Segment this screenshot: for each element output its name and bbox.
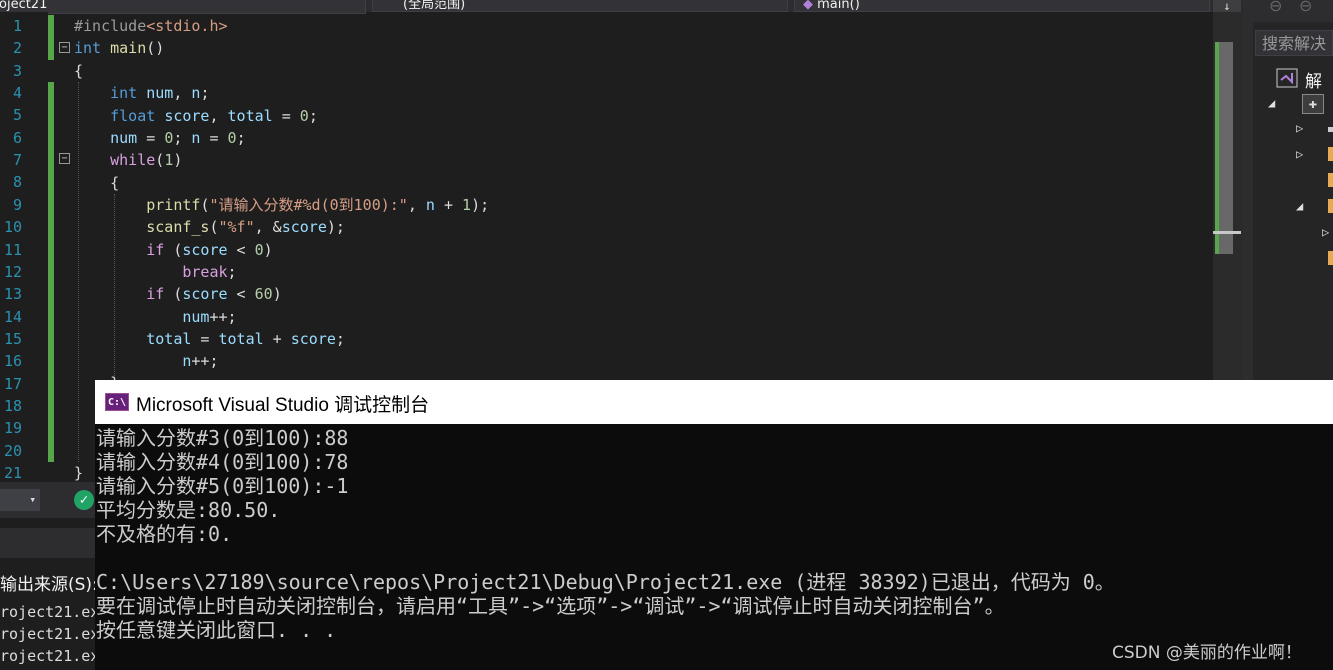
code-line-3[interactable]: { — [74, 60, 83, 82]
code-line-6[interactable]: num = 0; n = 0; — [74, 127, 245, 149]
console-line: 请输入分数#5(0到100):-1 — [96, 474, 349, 498]
line-number: 3 — [12, 61, 22, 80]
code-line-11[interactable]: if (score < 0) — [74, 239, 272, 261]
console-app-icon: C:\ — [105, 393, 129, 411]
line-number: 2 — [12, 39, 22, 58]
code-line-4[interactable]: int num, n; — [74, 82, 209, 104]
line-number: 20 — [3, 441, 22, 460]
output-source-label: 输出来源(S): — [0, 575, 98, 595]
line-numbers: 1 2 3 4 5 6 7 8 9 10 11 12 13 14 15 16 17 18 19 20 21 — [0, 15, 48, 485]
code-line-12[interactable]: break; — [74, 261, 236, 283]
line-number: 6 — [12, 128, 22, 147]
code-line-16[interactable]: n++; — [74, 350, 218, 372]
change-bar — [48, 15, 54, 60]
line-number: 1 — [12, 17, 22, 35]
project-icon: ✚ — [1302, 94, 1324, 114]
line-number: 10 — [3, 218, 22, 237]
console-line: C:\Users\27189\source\repos\Project21\De… — [96, 570, 1115, 594]
line-number: 8 — [12, 173, 22, 192]
console-line: 请输入分数#3(0到100):88 — [96, 426, 349, 450]
forward-icon[interactable]: ⊖ — [1299, 0, 1312, 15]
console-title: Microsoft Visual Studio 调试控制台 — [136, 395, 430, 416]
code-line-10[interactable]: scanf_s("%f", &score); — [74, 216, 345, 238]
project-dropdown-label: oject21 — [0, 0, 48, 12]
expand-triangle-icon[interactable]: ◢ — [1296, 199, 1303, 213]
scope-dropdown[interactable]: (全局范围) — [372, 0, 788, 12]
code-line-5[interactable]: float score, total = 0; — [74, 105, 318, 127]
line-number: 18 — [3, 396, 22, 415]
collapsed-triangle-icon[interactable]: ▷ — [1296, 121, 1303, 135]
scrollbar-position-marker — [1213, 231, 1241, 234]
zoom-dropdown[interactable]: ▾ — [0, 489, 40, 511]
line-number: 16 — [3, 352, 22, 371]
file-icon — [1328, 251, 1333, 265]
code-line-13[interactable]: if (score < 60) — [74, 283, 281, 305]
change-bar — [48, 82, 54, 462]
output-panel-header — [0, 528, 96, 558]
line-number: 4 — [12, 84, 22, 103]
console-line: 请输入分数#4(0到100):78 — [96, 450, 349, 474]
line-number: 5 — [12, 106, 22, 125]
scroll-down-icon[interactable]: ↓ — [1213, 0, 1241, 12]
output-line: roject21.ex — [0, 625, 100, 643]
no-issues-icon: ✓ — [74, 490, 94, 510]
console-line: 要在调试停止时自动关闭控制台，请启用“工具”->“选项”->“调试”->“调试停… — [96, 594, 1005, 618]
collapsed-triangle-icon[interactable]: ▷ — [1296, 147, 1303, 161]
output-line: roject21.ex — [0, 603, 100, 621]
line-number: 15 — [3, 329, 22, 348]
console-line: 不及格的有:0. — [96, 522, 233, 546]
line-number: 12 — [3, 262, 22, 281]
line-number: 13 — [3, 285, 22, 304]
project-dropdown[interactable]: oject21 — [0, 0, 366, 14]
line-number: 17 — [3, 374, 22, 393]
console-line: 平均分数是:80.50. — [96, 498, 281, 522]
folder-icon — [1328, 173, 1333, 187]
function-dropdown[interactable]: ◆ main() — [794, 0, 1210, 12]
solution-icon — [1276, 68, 1298, 88]
code-line-2[interactable]: int main() — [74, 37, 164, 59]
code-line-9[interactable]: printf("请输入分数#%d(0到100):", n + 1); — [74, 194, 489, 216]
solution-search-placeholder: 搜索解决 — [1262, 34, 1327, 53]
line-number: 14 — [3, 307, 22, 326]
line-number: 9 — [12, 195, 22, 214]
expand-triangle-icon[interactable]: ◢ — [1268, 96, 1275, 110]
code-line-8[interactable]: { — [74, 172, 119, 194]
code-line-7[interactable]: while(1) — [74, 149, 182, 171]
line-number: 19 — [3, 419, 22, 438]
function-icon: ◆ — [803, 0, 813, 12]
output-line: roject21.ex — [0, 647, 100, 665]
line-number: 7 — [12, 151, 22, 170]
folder-icon — [1328, 147, 1333, 161]
solution-explorer-toolbar: ⊖ ⊖ — [1253, 0, 1333, 22]
scrollbar-thumb[interactable] — [1219, 42, 1233, 254]
console-icon-label: C:\ — [107, 397, 127, 408]
code-line-1[interactable]: #include<stdio.h> — [74, 15, 228, 37]
scope-dropdown-label: (全局范围) — [403, 0, 466, 12]
panel-splitter[interactable] — [1243, 0, 1253, 380]
csdn-watermark: CSDN @美丽的作业啊！ — [1112, 643, 1302, 663]
collapse-icon[interactable]: − — [59, 153, 70, 164]
code-line-14[interactable]: num++; — [74, 306, 236, 328]
console-line: 按任意键关闭此窗口. . . — [96, 618, 337, 642]
collapsed-triangle-icon[interactable]: ▷ — [1322, 225, 1329, 239]
solution-explorer — [1253, 0, 1333, 380]
solution-search-input[interactable]: 搜索解决 — [1255, 30, 1333, 56]
back-icon[interactable]: ⊖ — [1269, 0, 1282, 15]
scrollbar-change-marker — [1215, 42, 1219, 254]
folder-icon — [1328, 199, 1333, 213]
function-dropdown-label: main() — [817, 0, 860, 12]
node-icon — [1328, 127, 1333, 132]
collapse-icon[interactable]: − — [59, 42, 70, 53]
line-number: 11 — [3, 240, 22, 259]
code-line-15[interactable]: total = total + score; — [74, 328, 345, 350]
